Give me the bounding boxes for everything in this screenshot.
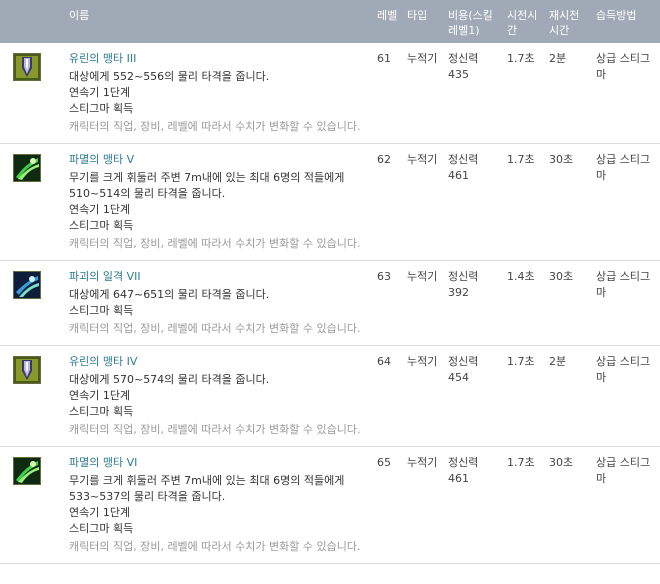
skill-info-cell: 파괴의 일격 VII 대상에게 647~651의 물리 타격을 줍니다. 스티그마… <box>55 261 372 346</box>
header-type: 타입 <box>407 9 428 22</box>
table-row: 유린의 맹타 III 대상에게 552~556의 물리 타격을 줍니다. 연속기 … <box>0 43 660 144</box>
skill-cost: 정신력 461 <box>448 456 479 485</box>
skill-type: 누적기 <box>407 355 438 368</box>
skill-description-line: 연속기 1단계 <box>69 389 131 402</box>
skill-description-line: 대상에게 647~651의 물리 타격을 줍니다. <box>69 288 270 301</box>
blue-slash-icon <box>13 271 41 299</box>
skill-cooldown: 30초 <box>549 153 574 166</box>
skill-description-line: 스티그마 획득 <box>69 102 134 115</box>
table-row: 파멸의 맹타 VI 무기를 크게 휘둘러 주변 7m내에 있는 최대 6명의 적… <box>0 447 660 564</box>
table-header: 이름 레벨 타입 비용(스킬 레벨1) 시전시간 재시전시간 습득방법 <box>0 0 660 43</box>
skill-note: 캐릭터의 직업, 장비, 레벨에 따라서 수치가 변화할 수 있습니다. <box>69 120 361 133</box>
skill-cast-time: 1.7초 <box>507 355 535 368</box>
skill-learn-method: 상급 스티그마 <box>596 355 651 384</box>
table-row: 파멸의 맹타 V 무기를 크게 휘둘러 주변 7m내에 있는 최대 6명의 적들… <box>0 144 660 261</box>
skill-description-line: 무기를 크게 휘둘러 주변 7m내에 있는 최대 6명의 적들에게 510~51… <box>69 171 345 200</box>
skill-description-line: 대상에게 570~574의 물리 타격을 줍니다. <box>69 373 270 386</box>
green-slash-icon <box>13 457 41 485</box>
header-icon-spacer <box>0 0 55 43</box>
skill-name[interactable]: 유린의 맹타 III <box>69 51 366 67</box>
skill-description-line: 연속기 1단계 <box>69 203 131 216</box>
skill-level: 62 <box>377 153 391 166</box>
skill-cooldown: 30초 <box>549 456 574 469</box>
skill-cast-time: 1.7초 <box>507 456 535 469</box>
skill-learn-method: 상급 스티그마 <box>596 270 651 299</box>
skill-info-cell: 유린의 맹타 III 대상에게 552~556의 물리 타격을 줍니다. 연속기 … <box>55 43 372 144</box>
skill-cost: 정신력 435 <box>448 52 479 81</box>
skill-cost: 정신력 461 <box>448 153 479 182</box>
skill-description: 무기를 크게 휘둘러 주변 7m내에 있는 최대 6명의 적들에게 533~53… <box>69 473 366 537</box>
skill-learn-method: 상급 스티그마 <box>596 456 651 485</box>
skill-learn-method: 상급 스티그마 <box>596 153 651 182</box>
skill-level: 64 <box>377 355 391 368</box>
skill-cast-time: 1.4초 <box>507 270 535 283</box>
table-row: 유린의 맹타 IV 대상에게 570~574의 물리 타격을 줍니다. 연속기 1… <box>0 346 660 447</box>
icon-cell <box>0 346 55 447</box>
skill-level: 63 <box>377 270 391 283</box>
green-slash-icon <box>13 154 41 182</box>
skill-note: 캐릭터의 직업, 장비, 레벨에 따라서 수치가 변화할 수 있습니다. <box>69 237 361 250</box>
lance-strike-icon <box>13 53 41 81</box>
header-cost: 비용(스킬 레벨1) <box>448 9 493 37</box>
skill-description-line: 스티그마 획득 <box>69 405 134 418</box>
skill-description-line: 대상에게 552~556의 물리 타격을 줍니다. <box>69 70 270 83</box>
skill-description-line: 스티그마 획득 <box>69 219 134 232</box>
skill-cast-time: 1.7초 <box>507 52 535 65</box>
table-row: 파괴의 일격 VII 대상에게 647~651의 물리 타격을 줍니다. 스티그마… <box>0 261 660 346</box>
skill-cast-time: 1.7초 <box>507 153 535 166</box>
skill-table: 이름 레벨 타입 비용(스킬 레벨1) 시전시간 재시전시간 습득방법 유린의 … <box>0 0 660 564</box>
skill-level: 61 <box>377 52 391 65</box>
skill-description: 대상에게 552~556의 물리 타격을 줍니다. 연속기 1단계스티그마 획득 <box>69 69 366 117</box>
skill-description: 대상에게 570~574의 물리 타격을 줍니다. 연속기 1단계스티그마 획득 <box>69 372 366 420</box>
skill-cooldown: 2분 <box>549 52 567 65</box>
skill-cooldown: 30초 <box>549 270 574 283</box>
skill-cooldown: 2분 <box>549 355 567 368</box>
skill-note: 캐릭터의 직업, 장비, 레벨에 따라서 수치가 변화할 수 있습니다. <box>69 322 361 335</box>
icon-cell <box>0 261 55 346</box>
skill-info-cell: 유린의 맹타 IV 대상에게 570~574의 물리 타격을 줍니다. 연속기 1… <box>55 346 372 447</box>
skill-description-line: 연속기 1단계 <box>69 86 131 99</box>
header-name: 이름 <box>69 9 90 22</box>
skill-info-cell: 파멸의 맹타 VI 무기를 크게 휘둘러 주변 7m내에 있는 최대 6명의 적… <box>55 447 372 564</box>
skill-note: 캐릭터의 직업, 장비, 레벨에 따라서 수치가 변화할 수 있습니다. <box>69 540 361 553</box>
skill-info-cell: 파멸의 맹타 V 무기를 크게 휘둘러 주변 7m내에 있는 최대 6명의 적들… <box>55 144 372 261</box>
icon-cell <box>0 144 55 261</box>
icon-cell <box>0 43 55 144</box>
skill-description-line: 스티그마 획득 <box>69 522 134 535</box>
icon-cell <box>0 447 55 564</box>
skill-type: 누적기 <box>407 52 438 65</box>
skill-name[interactable]: 유린의 맹타 IV <box>69 354 366 370</box>
skill-name[interactable]: 파괴의 일격 VII <box>69 269 366 285</box>
skill-description: 무기를 크게 휘둘러 주변 7m내에 있는 최대 6명의 적들에게 510~51… <box>69 170 366 234</box>
header-cast-time: 시전시간 <box>507 9 538 37</box>
skill-cost: 정신력 454 <box>448 355 479 384</box>
lance-strike-icon <box>13 356 41 384</box>
header-learn-method: 습득방법 <box>596 9 637 22</box>
skill-description-line: 무기를 크게 휘둘러 주변 7m내에 있는 최대 6명의 적들에게 533~53… <box>69 474 345 503</box>
skill-type: 누적기 <box>407 153 438 166</box>
skill-description-line: 연속기 1단계 <box>69 506 131 519</box>
header-cooldown: 재시전시간 <box>549 9 580 37</box>
skill-type: 누적기 <box>407 270 438 283</box>
skill-name[interactable]: 파멸의 맹타 V <box>69 152 366 168</box>
skill-level: 65 <box>377 456 391 469</box>
skill-cost: 정신력 392 <box>448 270 479 299</box>
skill-description: 대상에게 647~651의 물리 타격을 줍니다. 스티그마 획득 <box>69 287 366 319</box>
skill-type: 누적기 <box>407 456 438 469</box>
skill-learn-method: 상급 스티그마 <box>596 52 651 81</box>
skill-name[interactable]: 파멸의 맹타 VI <box>69 455 366 471</box>
skill-note: 캐릭터의 직업, 장비, 레벨에 따라서 수치가 변화할 수 있습니다. <box>69 423 361 436</box>
skill-description-line: 스티그마 획득 <box>69 304 134 317</box>
header-level: 레벨 <box>377 9 398 22</box>
